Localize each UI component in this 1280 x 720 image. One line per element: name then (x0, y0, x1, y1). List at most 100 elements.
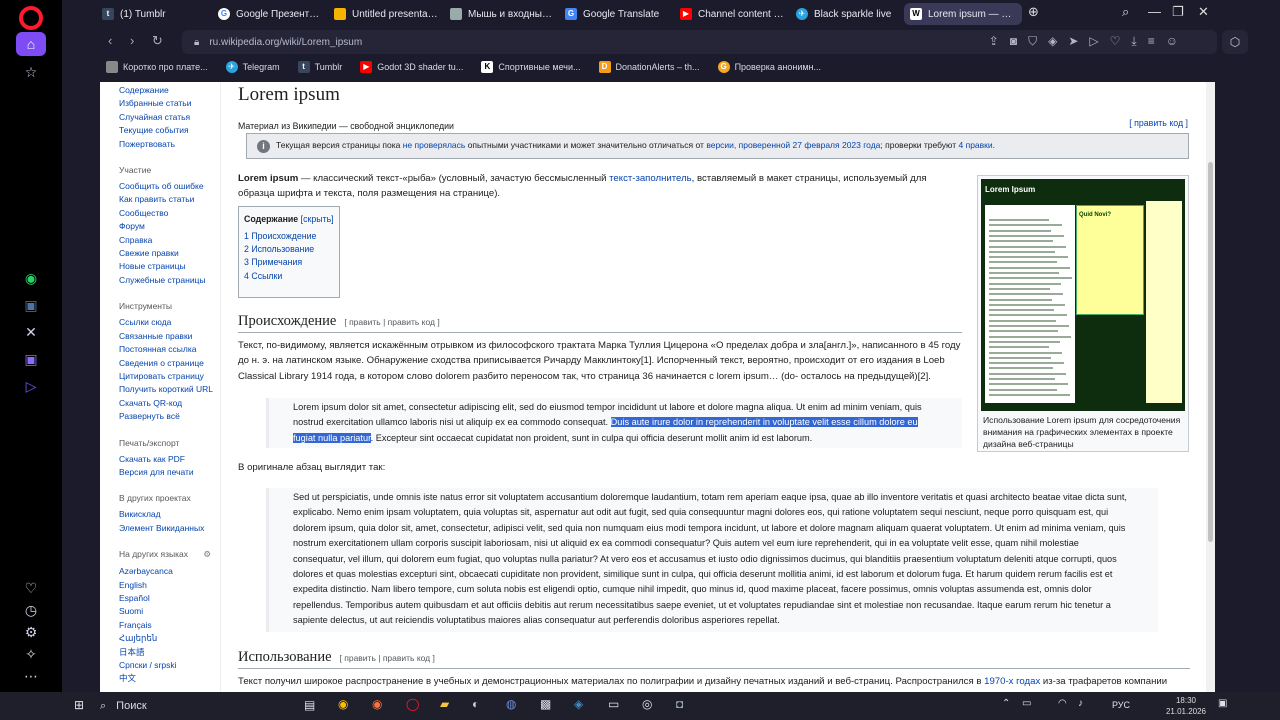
nav-top-item[interactable]: Текущие события (119, 124, 220, 137)
speed-dial-icon[interactable]: ☆ (16, 60, 46, 84)
bookmark-item[interactable]: Коротко про плате... (102, 61, 212, 73)
bookmark-item[interactable]: ✈ Telegram (222, 61, 284, 73)
bookmark-item[interactable]: D DonationAlerts – th... (595, 61, 704, 73)
seventies-link[interactable]: 1970-х годах (984, 676, 1040, 687)
home-icon[interactable]: ⌂ (16, 32, 46, 56)
nav-top-item[interactable]: Содержание (119, 84, 220, 97)
shield-icon[interactable]: ⛉ (1028, 34, 1037, 49)
nav-part-item[interactable]: Форум (119, 220, 220, 233)
scrollbar-thumb[interactable] (1208, 162, 1213, 542)
utility-icon[interactable]: ▭ (608, 697, 619, 711)
vk-icon[interactable]: ▣ (16, 293, 46, 317)
windows-start-icon[interactable]: ⊞ (74, 698, 84, 712)
nav-part-item[interactable]: Как править статьи (119, 193, 220, 206)
tab-tumblr[interactable]: t (1) Tumblr (96, 3, 206, 25)
toc-list-item[interactable]: 3 Примечания (244, 256, 334, 269)
nav-tools-item[interactable]: Ссылки сюда (119, 316, 220, 329)
menu-icon[interactable]: ≡ (1148, 34, 1155, 49)
tab-untitled-presentation[interactable]: Untitled presentation - Go (328, 3, 444, 25)
nav-tools-item[interactable]: Развернуть всё (119, 410, 220, 423)
nav-tools-item[interactable]: Скачать QR-код (119, 397, 220, 410)
app-icon[interactable]: ▩ (540, 697, 551, 711)
nav-top-item[interactable]: Пожертвовать (119, 138, 220, 151)
search-tabs-icon[interactable]: ⌕ (1122, 4, 1129, 20)
toc-list-item[interactable]: 1 Происхождение (244, 230, 334, 243)
tab-wikipedia-active[interactable]: WLorem ipsum — Википед (904, 3, 1022, 25)
unreviewed-link[interactable]: не проверялась (403, 140, 466, 150)
section-edit-links[interactable]: [ править | править код ] (340, 653, 435, 663)
back-icon[interactable]: ‹ (108, 33, 112, 48)
nav-langs-item[interactable]: English (119, 579, 220, 592)
tab-youtube-studio[interactable]: ▶Channel content - YouTub (674, 3, 790, 25)
forward-icon[interactable]: › (130, 33, 134, 48)
lightbulb-icon[interactable]: ✧ (16, 642, 46, 666)
tab-telegram[interactable]: ✈ Black sparkle live (790, 3, 906, 25)
nav-tools-item[interactable]: Получить короткий URL (119, 383, 220, 396)
task-view-icon[interactable]: ▤ (304, 698, 315, 712)
send-icon[interactable]: ➤ (1068, 34, 1078, 49)
filler-text-link[interactable]: текст-заполнитель (609, 173, 692, 184)
firefox-icon[interactable]: ◉ (372, 697, 382, 711)
nav-part-item[interactable]: Справка (119, 234, 220, 247)
bookmark-item[interactable]: K Спортивные мечи... (477, 61, 584, 73)
whatsapp-icon[interactable]: ◉ (16, 266, 46, 290)
nav-tools-item[interactable]: Цитировать страницу (119, 370, 220, 383)
nav-proj-item[interactable]: Викисклад (119, 508, 220, 521)
tab-google-translate[interactable]: G Google Translate (559, 3, 675, 25)
nav-part-item[interactable]: Сообщить об ошибке (119, 180, 220, 193)
more-icon[interactable]: ⋯ (16, 664, 46, 688)
opera-logo-icon[interactable] (19, 6, 43, 30)
opera-taskbar-icon[interactable]: ◯ (406, 697, 419, 711)
nav-langs-item[interactable]: Français (119, 619, 220, 632)
clock[interactable]: 18:30 21.01.2026 (1166, 695, 1206, 717)
cube-icon[interactable]: ◈ (1048, 34, 1057, 49)
bookmark-item[interactable]: ▶ Godot 3D shader tu... (356, 61, 467, 73)
play-icon[interactable]: ▷ (1089, 34, 1098, 49)
godot-icon[interactable]: ◈ (574, 697, 583, 711)
section-edit-links[interactable]: [ править | править код ] (344, 317, 439, 327)
nav-part-item[interactable]: Сообщество (119, 207, 220, 220)
settings-icon[interactable]: ⚙ (16, 620, 46, 644)
nav-tools-item[interactable]: Постоянная ссылка (119, 343, 220, 356)
nav-part-item[interactable]: Служебные страницы (119, 274, 220, 287)
download-icon[interactable]: ⤓ (1131, 34, 1136, 49)
discord-icon[interactable]: ◍ (506, 697, 516, 711)
explorer-icon[interactable]: ▰ (440, 697, 449, 711)
favorite-icon[interactable]: ♡ (1110, 34, 1121, 49)
minimize-icon[interactable]: — (1148, 4, 1161, 19)
nav-langs-item[interactable]: Suomi (119, 605, 220, 618)
x-icon[interactable]: ✕ (16, 320, 46, 344)
extensions-icon[interactable]: ⬡ (1222, 30, 1248, 54)
toc-list-item[interactable]: 2 Использование (244, 243, 334, 256)
nav-proj-item[interactable]: Элемент Викиданных (119, 522, 220, 535)
player-icon[interactable]: ▣ (16, 347, 46, 371)
bookmark-item[interactable]: t Tumblr (294, 61, 347, 73)
gear-icon[interactable]: ⚙ (203, 549, 211, 560)
close-window-icon[interactable]: ✕ (1198, 4, 1209, 20)
restore-icon[interactable]: ❐ (1172, 4, 1184, 20)
share-icon[interactable]: ⇪ (989, 34, 999, 49)
camera-icon[interactable]: ◙ (1010, 34, 1017, 49)
bookmark-item[interactable]: G Проверка анонимн... (714, 61, 825, 73)
toc-list-item[interactable]: 4 Ссылки (244, 270, 334, 283)
heart-icon[interactable]: ♡ (16, 576, 46, 600)
sample-website-image[interactable]: Lorem Ipsum Quid Novi? (981, 179, 1185, 411)
tab-google-slides-info[interactable]: GGoogle Презентации: со (212, 3, 328, 25)
nav-langs-item[interactable]: 日本語 (119, 646, 220, 659)
page-scrollbar[interactable] (1206, 82, 1215, 692)
steam-icon[interactable]: ◐ (472, 697, 479, 711)
toc-hide-link[interactable]: [скрыть] (301, 214, 334, 224)
volume-icon[interactable]: ♪ (1078, 698, 1083, 709)
aria-icon[interactable]: ▷ (16, 374, 46, 398)
chrome-icon[interactable]: ◉ (338, 697, 348, 711)
assistant-icon[interactable]: ◘ (676, 697, 683, 711)
reviewed-version-link[interactable]: версии, проверенной 27 февраля 2023 года (706, 140, 880, 150)
nav-print-item[interactable]: Версия для печати (119, 466, 220, 479)
nav-langs-item[interactable]: Español (119, 592, 220, 605)
taskbar-search[interactable]: ⌕ Поиск (100, 692, 250, 720)
reload-icon[interactable]: ↻ (152, 33, 163, 49)
wifi-icon[interactable]: ◠ (1058, 698, 1067, 709)
profile-icon[interactable]: ☺ (1166, 34, 1178, 49)
nav-top-item[interactable]: Случайная статья (119, 111, 220, 124)
new-tab-icon[interactable]: ⊕ (1028, 4, 1039, 20)
